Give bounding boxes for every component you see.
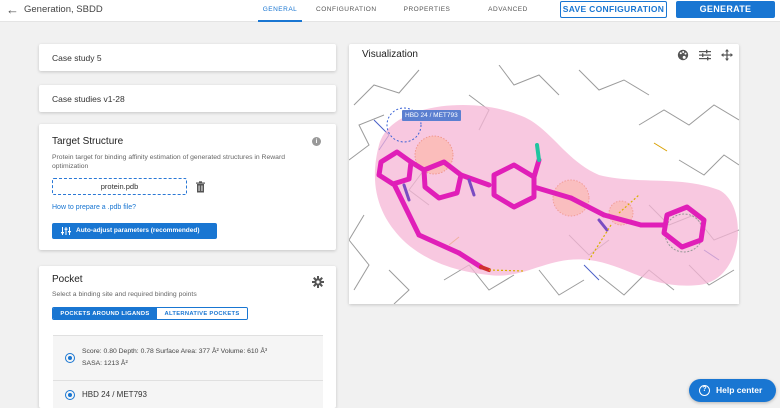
pocket-radio-selected[interactable] <box>65 353 75 363</box>
pocket-option-hbd[interactable]: HBD 24 / MET793 <box>53 380 323 408</box>
molecule-viewer[interactable]: HBD 24 / MET793 <box>349 65 739 304</box>
palette-icon[interactable] <box>677 49 689 61</box>
help-icon: ? <box>699 385 710 396</box>
pocket-mode-toggle: POCKETS AROUND LIGANDS ALTERNATIVE POCKE… <box>52 307 248 320</box>
visualization-card: Visualization HBD 24 / MET793 <box>349 44 739 304</box>
auto-adjust-label: Auto-adjust parameters (recommended) <box>76 227 200 234</box>
tune-icon <box>61 227 71 235</box>
info-icon[interactable]: i <box>312 137 321 146</box>
generate-button[interactable]: GENERATE <box>676 1 775 18</box>
alternative-pockets-tab[interactable]: ALTERNATIVE POCKETS <box>157 308 247 319</box>
sliders-icon[interactable] <box>699 49 711 61</box>
molecule-render <box>349 65 739 304</box>
pockets-around-ligands-tab[interactable]: POCKETS AROUND LIGANDS <box>53 308 157 319</box>
tab-configuration[interactable]: CONFIGURATION <box>316 0 376 22</box>
pocket-subtitle: Select a binding site and required bindi… <box>52 291 197 298</box>
tab-properties[interactable]: PROPERTIES <box>403 0 451 22</box>
auto-adjust-button[interactable]: Auto-adjust parameters (recommended) <box>52 223 217 239</box>
case-study-card[interactable]: Case study 5 <box>39 44 336 71</box>
pocket-metrics: Score: 0.80 Depth: 0.78 Surface Area: 37… <box>82 348 268 355</box>
visualization-title: Visualization <box>362 49 418 60</box>
pocket-sasa: SASA: 1213 Å² <box>82 360 128 367</box>
arrow-left-icon[interactable]: ← <box>6 2 19 18</box>
move-icon[interactable] <box>721 49 733 61</box>
pdb-file-input[interactable]: protein.pdb <box>52 178 187 195</box>
pocket-option-score[interactable]: Score: 0.80 Depth: 0.78 Surface Area: 37… <box>53 335 323 380</box>
target-structure-card: Target Structure i Protein target for bi… <box>39 124 336 250</box>
save-configuration-button[interactable]: SAVE CONFIGURATION <box>560 1 667 18</box>
help-center-label: Help center <box>716 385 763 395</box>
help-center-button[interactable]: ? Help center <box>689 379 776 402</box>
top-bar: ← Generation, SBDD GENERAL CONFIGURATION… <box>0 0 780 22</box>
binding-point-radio[interactable] <box>65 390 75 400</box>
pocket-title: Pocket <box>52 274 83 285</box>
trash-icon[interactable] <box>195 181 206 193</box>
page-title: Generation, SBDD <box>24 4 103 15</box>
tab-advanced[interactable]: ADVANCED <box>487 0 529 22</box>
binding-point-label: HBD 24 / MET793 <box>82 390 147 399</box>
tab-general[interactable]: GENERAL <box>258 0 302 22</box>
prepare-pdb-link[interactable]: How to prepare a .pdb file? <box>52 204 136 211</box>
case-studies-card[interactable]: Case studies v1-28 <box>39 85 336 112</box>
pocket-card: Pocket Select a binding site and require… <box>39 266 336 408</box>
gear-icon[interactable] <box>312 276 324 288</box>
residue-label: HBD 24 / MET793 <box>402 110 461 121</box>
target-structure-description: Protein target for binding affinity esti… <box>52 154 285 170</box>
target-structure-title: Target Structure <box>52 136 124 147</box>
